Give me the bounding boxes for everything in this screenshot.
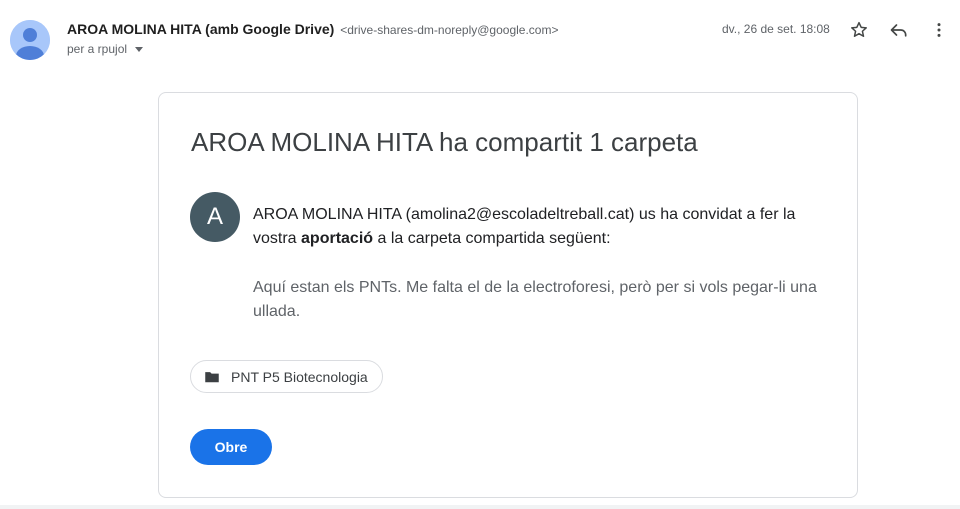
star-button[interactable] bbox=[847, 18, 871, 42]
sender-email: <drive-shares-dm-noreply@google.com> bbox=[340, 23, 559, 37]
recipient-details-toggle[interactable]: per a rpujol bbox=[67, 42, 144, 56]
recipient-label: per a rpujol bbox=[67, 42, 128, 56]
more-vert-icon bbox=[937, 23, 941, 37]
folder-icon bbox=[205, 371, 219, 382]
message-permission: aportació bbox=[301, 230, 374, 247]
message-text-end: a la carpeta compartida següent: bbox=[373, 230, 611, 247]
reply-icon bbox=[890, 24, 907, 37]
email-header: AROA MOLINA HITA (amb Google Drive) <dri… bbox=[0, 0, 960, 80]
divider bbox=[0, 505, 960, 509]
reply-button[interactable] bbox=[887, 18, 911, 42]
share-message: AROA MOLINA HITA (amolina2@escoladeltreb… bbox=[253, 203, 823, 251]
chevron-down-icon bbox=[135, 47, 144, 52]
sender-line: AROA MOLINA HITA (amb Google Drive) <dri… bbox=[67, 21, 558, 37]
star-icon bbox=[851, 21, 867, 37]
folder-chip[interactable]: PNT P5 Biotecnologia bbox=[190, 360, 383, 393]
person-avatar-icon bbox=[10, 20, 50, 60]
folder-name: PNT P5 Biotecnologia bbox=[231, 368, 368, 385]
sender-avatar[interactable] bbox=[10, 20, 50, 60]
email-date: dv., 26 de set. 18:08 bbox=[722, 22, 830, 36]
more-options-button[interactable] bbox=[927, 18, 951, 42]
open-button[interactable]: Obre bbox=[190, 429, 272, 465]
card-title: AROA MOLINA HITA ha compartit 1 carpeta bbox=[191, 127, 698, 157]
share-notification-card: AROA MOLINA HITA ha compartit 1 carpeta … bbox=[158, 92, 858, 498]
sender-name[interactable]: AROA MOLINA HITA (amb Google Drive) bbox=[67, 21, 334, 37]
sharer-avatar: A bbox=[190, 192, 240, 242]
share-note: Aquí estan els PNTs. Me falta el de la e… bbox=[253, 279, 817, 320]
